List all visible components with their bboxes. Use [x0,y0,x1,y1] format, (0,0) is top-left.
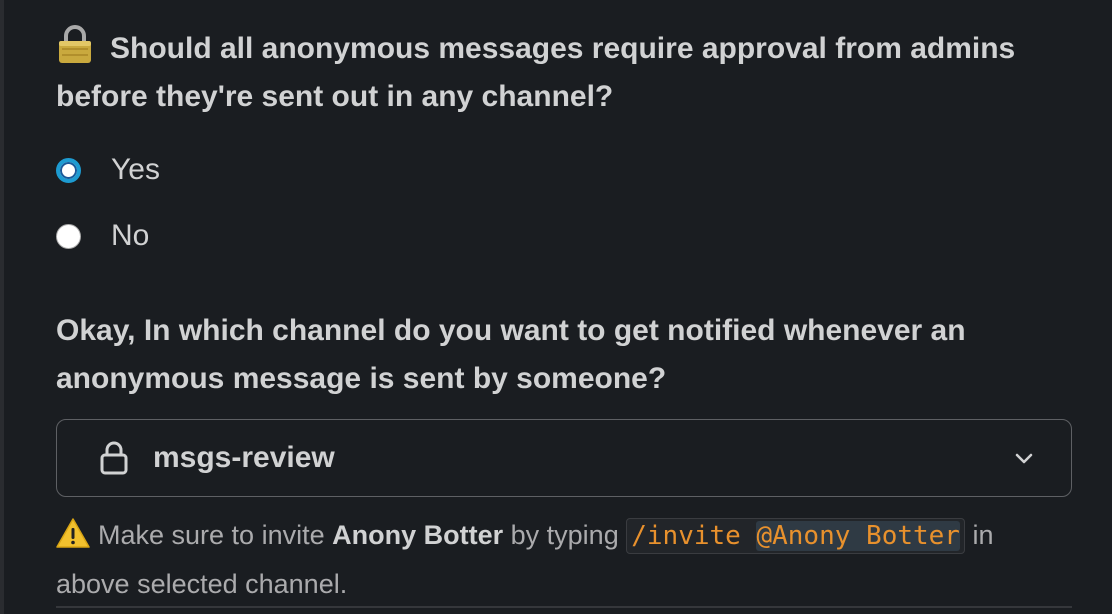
radio-label-no: No [111,219,150,252]
approval-radio-group: Yes No [56,137,1072,269]
chevron-down-icon[interactable] [1013,448,1035,470]
radio-no[interactable] [56,223,81,249]
channel-select-value: msgs-review [153,441,335,474]
hint-bot-name: Anony Botter [332,520,504,550]
divider [56,606,1072,608]
lock-icon [59,25,91,63]
radio-label-yes: Yes [111,153,160,186]
bot-mention[interactable]: @Anony Botter [756,521,960,551]
channel-select[interactable]: msgs-review [56,419,1072,497]
settings-form: Should all anonymous messages require ap… [56,24,1072,608]
radio-yes[interactable] [56,157,81,183]
lock-outline-icon [100,441,128,475]
approval-question: Should all anonymous messages require ap… [56,24,1072,121]
approval-question-text: Should all anonymous messages require ap… [56,32,1016,113]
hint-middle: by typing [510,520,619,550]
radio-option-no[interactable]: No [56,203,1072,269]
invite-command-text: /invite [631,521,741,551]
invite-hint: Make sure to invite Anony Botter by typi… [56,511,1072,608]
channel-question: Okay, In which channel do you want to ge… [56,314,966,395]
radio-option-yes[interactable]: Yes [56,137,1072,203]
warning-icon [56,518,90,548]
invite-command: /invite @Anony Botter [626,518,965,554]
window-edge [0,0,4,614]
hint-prefix: Make sure to invite [98,520,325,550]
